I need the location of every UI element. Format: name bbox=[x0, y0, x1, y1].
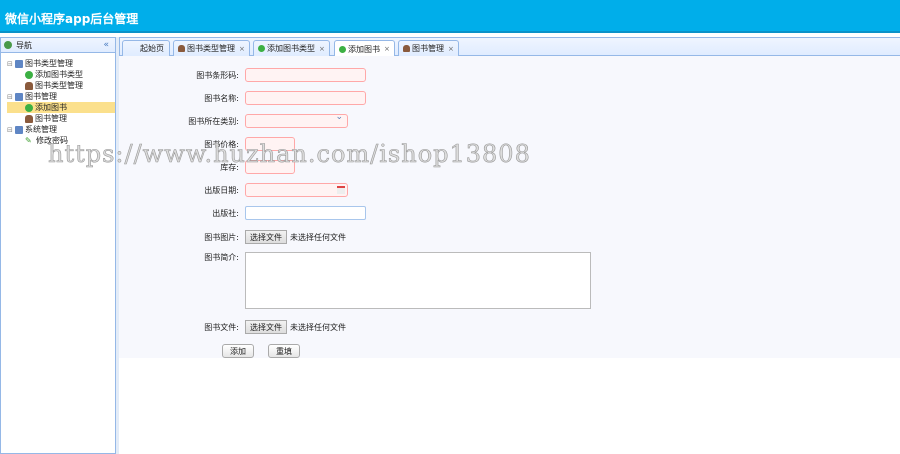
tab-label: 添加图书 bbox=[348, 44, 380, 54]
tree-node-system-mgmt[interactable]: ⊟ 系统管理 bbox=[1, 124, 115, 135]
barcode-input[interactable] bbox=[245, 68, 366, 82]
collapse-icon[interactable]: « bbox=[103, 40, 109, 50]
computer-icon bbox=[15, 125, 23, 134]
date-label: 出版日期: bbox=[204, 185, 239, 195]
node-label: 图书类型管理 bbox=[35, 81, 83, 90]
image-label: 图书图片: bbox=[204, 232, 239, 242]
tab-home[interactable]: 起始页 bbox=[122, 40, 170, 56]
collapse-toggle-icon[interactable]: ⊟ bbox=[7, 60, 15, 68]
category-select[interactable] bbox=[245, 112, 348, 128]
publisher-label: 出版社: bbox=[212, 208, 239, 218]
tab-bar: 起始页 图书类型管理 × 添加图书类型 × 添加图书 × 图书管理 × bbox=[119, 37, 900, 57]
image-file-status: 未选择任何文件 bbox=[290, 232, 346, 242]
tab-label: 添加图书类型 bbox=[267, 44, 315, 53]
tree-node-add-book[interactable]: 添加图书 bbox=[7, 102, 115, 113]
user-icon bbox=[178, 45, 185, 52]
tree-node-book-type-mgmt[interactable]: ⊟ 图书类型管理 bbox=[1, 58, 115, 69]
node-label: 图书管理 bbox=[35, 114, 67, 123]
tree-node-book-list[interactable]: 图书管理 bbox=[1, 113, 115, 124]
tree-node-book-type-list[interactable]: 图书类型管理 bbox=[1, 80, 115, 91]
app-header: 微信小程序app后台管理 bbox=[0, 0, 900, 33]
category-label: 图书所在类别: bbox=[188, 116, 239, 126]
globe-icon bbox=[4, 41, 12, 49]
sidebar-nav: 导航 « ⊟ 图书类型管理 添加图书类型 图书类型管理 ⊟ 图书管理 添加图书 图书… bbox=[0, 37, 116, 454]
book-file-status: 未选择任何文件 bbox=[290, 322, 346, 332]
tab-label: 图书管理 bbox=[412, 44, 444, 53]
submit-button[interactable]: 添加 bbox=[222, 344, 254, 358]
sidebar-header: 导航 « bbox=[1, 38, 115, 53]
user-icon bbox=[25, 114, 33, 123]
node-label: 添加图书 bbox=[35, 103, 67, 112]
app-title: 微信小程序app后台管理 bbox=[5, 12, 139, 26]
collapse-toggle-icon[interactable]: ⊟ bbox=[7, 93, 15, 101]
add-icon bbox=[339, 45, 346, 53]
date-input[interactable] bbox=[245, 183, 348, 197]
tab-add-book-type[interactable]: 添加图书类型 × bbox=[253, 40, 330, 56]
tab-label: 图书类型管理 bbox=[187, 44, 235, 53]
name-label: 图书名称: bbox=[204, 93, 239, 103]
tab-add-book[interactable]: 添加图书 × bbox=[334, 40, 395, 57]
tree-node-add-book-type[interactable]: 添加图书类型 bbox=[1, 69, 115, 80]
tab-book-type-mgmt[interactable]: 图书类型管理 × bbox=[173, 40, 250, 56]
file-label: 图书文件: bbox=[204, 322, 239, 332]
node-label: 添加图书类型 bbox=[35, 70, 83, 79]
node-label: 图书类型管理 bbox=[25, 59, 73, 68]
publisher-input[interactable] bbox=[245, 206, 366, 220]
name-input[interactable] bbox=[245, 91, 366, 105]
image-choose-file-button[interactable]: 选择文件 bbox=[245, 230, 287, 244]
close-icon[interactable]: × bbox=[448, 45, 454, 53]
reset-button[interactable]: 重填 bbox=[268, 344, 300, 358]
user-icon bbox=[403, 45, 410, 52]
computer-icon bbox=[15, 92, 23, 101]
computer-icon bbox=[15, 59, 23, 68]
close-icon[interactable]: × bbox=[384, 45, 390, 53]
calendar-icon[interactable] bbox=[337, 186, 345, 194]
file-choose-file-button[interactable]: 选择文件 bbox=[245, 320, 287, 334]
pencil-icon: ✎ bbox=[25, 135, 32, 145]
sidebar-title: 导航 bbox=[16, 40, 32, 50]
node-label: 修改密码 bbox=[36, 136, 68, 145]
stock-label: 库存: bbox=[220, 162, 239, 172]
add-icon bbox=[25, 103, 33, 112]
tree-node-change-password[interactable]: ✎ 修改密码 bbox=[1, 135, 115, 146]
node-label: 图书管理 bbox=[25, 92, 57, 101]
price-input[interactable] bbox=[245, 137, 295, 151]
tab-book-mgmt[interactable]: 图书管理 × bbox=[398, 40, 459, 56]
close-icon[interactable]: × bbox=[239, 45, 245, 53]
add-icon bbox=[25, 70, 33, 79]
intro-label: 图书简介: bbox=[204, 253, 239, 262]
close-icon[interactable]: × bbox=[319, 45, 325, 53]
tree-node-book-mgmt[interactable]: ⊟ 图书管理 bbox=[1, 91, 115, 102]
stock-input[interactable] bbox=[245, 160, 295, 174]
collapse-toggle-icon[interactable]: ⊟ bbox=[7, 126, 15, 134]
barcode-label: 图书条形码: bbox=[196, 70, 239, 80]
add-book-form: 图书条形码: 图书名称: 图书所在类别: 图书价格: 库存: 出版日期: 出版社… bbox=[119, 56, 900, 358]
intro-textarea[interactable] bbox=[245, 252, 591, 309]
price-label: 图书价格: bbox=[204, 139, 239, 149]
add-icon bbox=[258, 45, 265, 52]
nav-tree: ⊟ 图书类型管理 添加图书类型 图书类型管理 ⊟ 图书管理 添加图书 图书管理 ⊟ 系… bbox=[1, 53, 115, 146]
node-label: 系统管理 bbox=[25, 125, 57, 134]
tab-label: 起始页 bbox=[140, 44, 164, 53]
user-icon bbox=[25, 81, 33, 90]
